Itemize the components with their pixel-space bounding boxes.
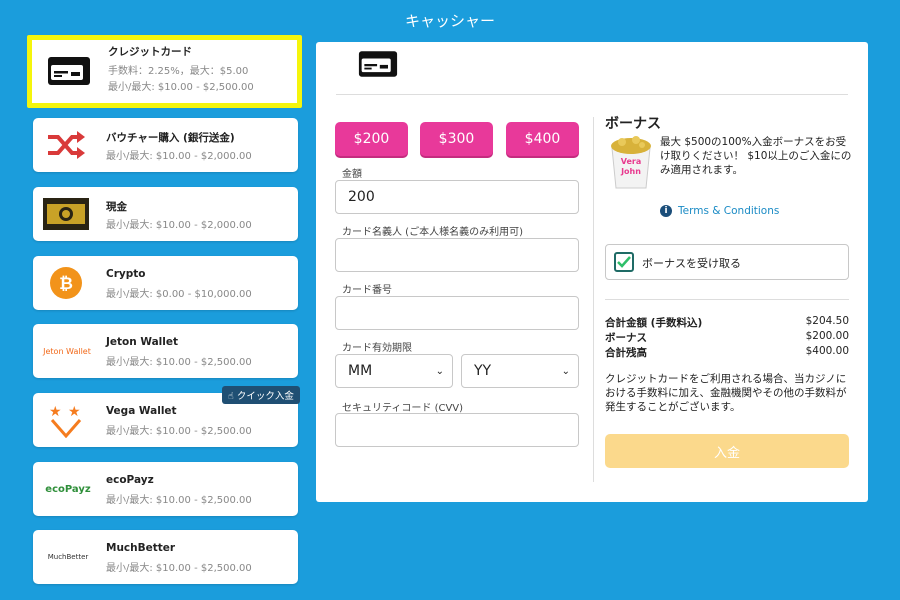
method-limits: 最小/最大: $10.00 - $2,500.00	[106, 495, 252, 506]
chevron-down-icon: ⌄	[435, 365, 444, 377]
method-voucher[interactable]: バウチャー購入 (銀行送金) 最小/最大: $10.00 - $2,000.00	[33, 118, 298, 172]
quick-deposit-badge: ☝ クイック入金	[222, 386, 300, 404]
method-crypto[interactable]: ₿ Crypto 最小/最大: $0.00 - $10,000.00	[33, 256, 298, 310]
method-name: バウチャー購入 (銀行送金)	[106, 132, 235, 144]
expiry-month-select[interactable]: MM ⌄	[335, 354, 453, 388]
hand-icon: ☝	[228, 391, 237, 402]
chevron-down-icon: ⌄	[561, 365, 570, 377]
terms-link[interactable]: i Terms & Conditions	[660, 205, 779, 217]
bonus-checkbox[interactable]	[614, 252, 634, 272]
credit-card-icon	[46, 54, 92, 88]
method-name: Crypto	[106, 268, 146, 280]
method-name: クレジットカード	[108, 46, 192, 58]
method-cash[interactable]: 現金 最小/最大: $10.00 - $2,000.00	[33, 187, 298, 241]
amount-input[interactable]: 200	[335, 180, 579, 214]
expiry-year-select[interactable]: YY ⌄	[461, 354, 579, 388]
deposit-panel: $200 $300 $400 金額 200 カード名義人 (ご本人様名義のみ利用…	[316, 42, 868, 502]
expiry-label: カード有効期限	[342, 343, 412, 354]
method-limits: 最小/最大: $10.00 - $2,500.00	[108, 82, 254, 93]
terms-label: Terms & Conditions	[678, 205, 780, 217]
summary-value: $200.00	[805, 330, 849, 342]
svg-text:Vera: Vera	[621, 157, 642, 166]
summary-label: 合計残高	[605, 347, 647, 359]
method-name: Jeton Wallet	[106, 336, 179, 348]
divider	[593, 117, 594, 482]
method-limits: 最小/最大: $0.00 - $10,000.00	[106, 289, 252, 300]
summary-row-total: 合計金額 (手数料込) $204.50	[605, 315, 849, 330]
muchbetter-logo: MuchBetter	[47, 553, 89, 561]
method-name: MuchBetter	[106, 542, 176, 554]
card-number-input[interactable]	[335, 296, 579, 330]
check-icon	[617, 256, 631, 268]
svg-text:★: ★	[68, 404, 81, 420]
svg-text:₿: ₿	[59, 274, 73, 294]
method-name: ecoPayz	[106, 474, 154, 486]
cash-icon	[43, 197, 89, 231]
fee-note: クレジットカードをご利用される場合、当カジノにおける手数料に加え、金融機関やその…	[605, 373, 847, 413]
method-name: 現金	[106, 201, 127, 213]
year-value: YY	[474, 363, 492, 379]
divider	[605, 299, 849, 300]
info-icon: i	[660, 205, 672, 217]
method-limits: 最小/最大: $10.00 - $2,500.00	[106, 563, 252, 574]
amount-label: 金額	[342, 169, 362, 180]
vega-stars-icon: ★ ★	[43, 403, 89, 438]
month-value: MM	[348, 363, 373, 379]
summary-row-bonus: ボーナス $200.00	[605, 330, 849, 345]
svg-text:John: John	[620, 167, 641, 176]
bonus-coins-image: Vera John	[608, 134, 654, 194]
credit-card-icon	[358, 50, 398, 82]
method-limits: 最小/最大: $10.00 - $2,000.00	[106, 220, 252, 231]
method-credit-card[interactable]: クレジットカード 手数料：2.25%，最大：$5.00 最小/最大: $10.0…	[27, 35, 302, 108]
divider	[336, 94, 848, 95]
summary-value: $400.00	[805, 345, 849, 357]
amount-200-button[interactable]: $200	[335, 122, 408, 156]
method-limits: 最小/最大: $10.00 - $2,500.00	[106, 357, 252, 368]
method-muchbetter[interactable]: MuchBetter MuchBetter 最小/最大: $10.00 - $2…	[33, 530, 298, 584]
method-fee: 手数料：2.25%，最大：$5.00	[108, 66, 249, 77]
bitcoin-icon: ₿	[43, 266, 89, 300]
shuffle-icon	[43, 128, 89, 162]
summary-label: 合計金額 (手数料込)	[605, 317, 703, 329]
deposit-button[interactable]: 入金	[605, 434, 849, 468]
amount-300-button[interactable]: $300	[420, 122, 493, 156]
summary-row-balance: 合計残高 $400.00	[605, 345, 849, 360]
bonus-title: ボーナス	[605, 116, 661, 132]
bonus-checkbox-label: ボーナスを受け取る	[642, 257, 741, 270]
summary-label: ボーナス	[605, 332, 647, 344]
amount-400-button[interactable]: $400	[506, 122, 579, 156]
method-limits: 最小/最大: $10.00 - $2,000.00	[106, 151, 252, 162]
card-number-label: カード番号	[342, 285, 392, 296]
cardholder-input[interactable]	[335, 238, 579, 272]
quick-deposit-label: クイック入金	[236, 391, 294, 402]
method-jeton[interactable]: Jeton Wallet Jeton Wallet 最小/最大: $10.00 …	[33, 324, 298, 378]
bonus-description: 最大 $500の100%入金ボーナスをお受け取りください！ $10以上のご入金に…	[660, 136, 852, 176]
cardholder-label: カード名義人 (ご本人様名義のみ利用可)	[342, 227, 523, 238]
bonus-checkbox-row[interactable]: ボーナスを受け取る	[605, 244, 849, 280]
cvv-label: セキュリティコード (CVV)	[342, 403, 464, 414]
cvv-input[interactable]	[335, 413, 579, 447]
ecopayz-logo: ecoPayz	[45, 483, 91, 495]
jeton-logo: Jeton Wallet	[43, 346, 91, 356]
summary-value: $204.50	[805, 315, 849, 327]
page-title: キャッシャー	[404, 12, 495, 30]
svg-text:★: ★	[49, 404, 62, 420]
method-name: Vega Wallet	[106, 405, 177, 417]
method-ecopayz[interactable]: ecoPayz ecoPayz 最小/最大: $10.00 - $2,500.0…	[33, 462, 298, 516]
method-limits: 最小/最大: $10.00 - $2,500.00	[106, 426, 252, 437]
